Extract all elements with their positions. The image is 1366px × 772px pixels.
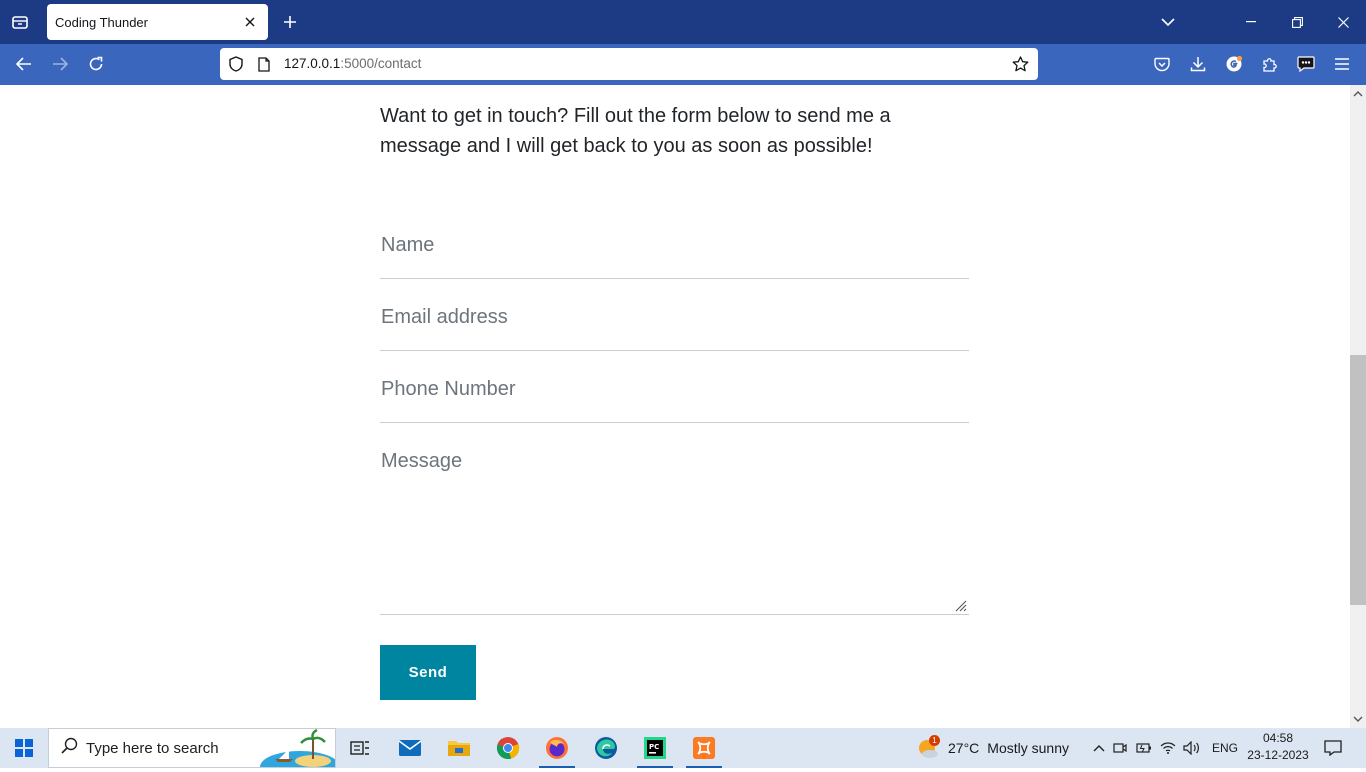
close-tab-icon[interactable] bbox=[240, 12, 260, 32]
scrollbar-thumb[interactable] bbox=[1350, 355, 1366, 605]
page-info-icon[interactable] bbox=[250, 50, 278, 78]
xampp-control-icon[interactable] bbox=[680, 728, 728, 768]
minimize-window-icon[interactable] bbox=[1228, 0, 1274, 44]
send-button[interactable]: Send bbox=[380, 645, 476, 700]
page-viewport: Want to get in touch? Fill out the form … bbox=[0, 85, 1350, 728]
firefox-browser-icon[interactable] bbox=[533, 728, 581, 768]
hamburger-menu-icon[interactable] bbox=[1324, 48, 1360, 80]
phone-input[interactable]: Phone Number bbox=[380, 363, 969, 423]
tab-title: Coding Thunder bbox=[55, 14, 148, 30]
weather-sun-cloud-icon: 1 bbox=[916, 735, 940, 760]
back-arrow-icon[interactable] bbox=[8, 48, 40, 80]
message-textarea[interactable]: Message bbox=[380, 435, 969, 615]
restore-window-icon[interactable] bbox=[1274, 0, 1320, 44]
account-extension-icon[interactable] bbox=[1216, 48, 1252, 80]
scroll-up-arrow-icon[interactable] bbox=[1350, 87, 1366, 101]
weather-description: Mostly sunny bbox=[987, 740, 1069, 756]
search-placeholder: Type here to search bbox=[86, 739, 219, 757]
clock-time: 04:58 bbox=[1262, 731, 1294, 745]
show-hidden-icons-chevron-icon[interactable] bbox=[1090, 744, 1108, 752]
system-tray: ENG bbox=[1090, 728, 1238, 768]
weather-widget[interactable]: 1 27°C Mostly sunny bbox=[916, 728, 1069, 768]
chrome-browser-icon[interactable] bbox=[484, 728, 532, 768]
new-tab-plus-icon[interactable] bbox=[278, 10, 302, 34]
shield-icon[interactable] bbox=[222, 50, 250, 78]
file-explorer-icon[interactable] bbox=[435, 728, 483, 768]
browser-navigation-bar: 127.0.0.1:5000/contact bbox=[0, 44, 1366, 85]
language-indicator[interactable]: ENG bbox=[1212, 741, 1238, 755]
search-highlight-beach-icon bbox=[255, 728, 340, 772]
taskbar-search-box[interactable]: Type here to search bbox=[48, 728, 340, 772]
windows-taskbar: Type here to search PC 1 27°C Mostly sun… bbox=[0, 728, 1366, 772]
url-host: 127.0.0.1 bbox=[284, 56, 341, 71]
reload-icon[interactable] bbox=[80, 48, 112, 80]
message-placeholder: Message bbox=[381, 450, 463, 472]
address-bar[interactable]: 127.0.0.1:5000/contact bbox=[220, 48, 1038, 80]
close-window-icon[interactable] bbox=[1320, 0, 1366, 44]
battery-icon[interactable] bbox=[1132, 742, 1156, 754]
windows-start-icon[interactable] bbox=[0, 728, 48, 768]
svg-text:PC: PC bbox=[649, 743, 659, 751]
phone-placeholder: Phone Number bbox=[381, 378, 516, 400]
browser-tab-bar: Coding Thunder bbox=[0, 0, 1366, 44]
email-placeholder: Email address bbox=[381, 306, 508, 328]
task-view-icon[interactable] bbox=[336, 728, 384, 768]
downloads-icon[interactable] bbox=[1180, 48, 1216, 80]
page-scrollbar[interactable] bbox=[1350, 85, 1366, 728]
name-input[interactable]: Name bbox=[380, 219, 969, 279]
taskbar-clock[interactable]: 04:58 23-12-2023 bbox=[1238, 730, 1318, 764]
volume-icon[interactable] bbox=[1180, 741, 1204, 755]
url-path: :5000/contact bbox=[340, 56, 422, 71]
email-input[interactable]: Email address bbox=[380, 291, 969, 351]
search-icon bbox=[61, 737, 78, 759]
extensions-puzzle-icon[interactable] bbox=[1252, 48, 1288, 80]
wifi-icon[interactable] bbox=[1156, 741, 1180, 755]
clock-date: 23-12-2023 bbox=[1247, 748, 1309, 762]
mail-app-icon[interactable] bbox=[386, 728, 434, 768]
browser-tab-active[interactable]: Coding Thunder bbox=[47, 4, 268, 40]
resize-grip-icon[interactable] bbox=[954, 599, 967, 612]
contact-intro-text: Want to get in touch? Fill out the form … bbox=[380, 105, 891, 157]
name-placeholder: Name bbox=[381, 234, 435, 256]
notifications-icon[interactable] bbox=[1310, 728, 1356, 768]
pycharm-ide-icon[interactable]: PC bbox=[631, 728, 679, 768]
forward-arrow-icon[interactable] bbox=[44, 48, 76, 80]
url-text[interactable]: 127.0.0.1:5000/contact bbox=[284, 55, 421, 73]
weather-badge: 1 bbox=[929, 735, 940, 746]
bookmark-star-icon[interactable] bbox=[1006, 50, 1034, 78]
list-all-tabs-icon[interactable] bbox=[0, 0, 40, 44]
scroll-down-arrow-icon[interactable] bbox=[1350, 712, 1366, 726]
feedback-chat-icon[interactable] bbox=[1288, 48, 1324, 80]
edge-browser-icon[interactable] bbox=[582, 728, 630, 768]
weather-temperature: 27°C bbox=[948, 740, 980, 756]
chevron-down-icon[interactable] bbox=[1156, 10, 1180, 34]
pocket-icon[interactable] bbox=[1144, 48, 1180, 80]
camera-meet-icon[interactable] bbox=[1108, 741, 1132, 755]
